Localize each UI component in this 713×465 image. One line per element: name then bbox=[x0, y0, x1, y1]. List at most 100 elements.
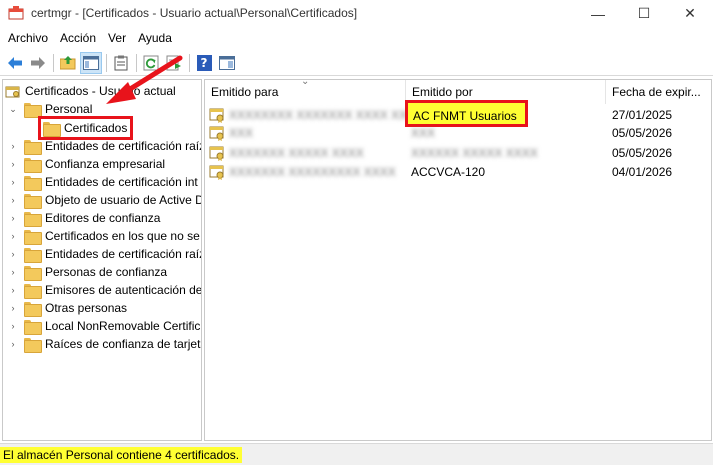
cell-expiration: 27/01/2025 bbox=[612, 108, 673, 122]
tree-item[interactable]: › Entidades de certificación raíz bbox=[8, 137, 202, 155]
close-icon: ✕ bbox=[684, 5, 696, 21]
tree-item-label: Personal bbox=[45, 102, 93, 116]
folder-icon bbox=[24, 283, 42, 299]
certmgr-app-icon bbox=[8, 6, 24, 20]
tree-item[interactable]: › Personas de confianza bbox=[8, 263, 167, 281]
certificate-icon bbox=[209, 126, 224, 141]
folder-icon bbox=[24, 139, 42, 155]
show-hide-tree-button[interactable] bbox=[80, 51, 102, 74]
column-header-expiration[interactable]: Fecha de expir... bbox=[606, 80, 711, 104]
forward-button[interactable] bbox=[27, 52, 49, 74]
folder-icon bbox=[24, 157, 42, 173]
minimize-icon: — bbox=[591, 5, 605, 22]
column-header-label: Emitido por bbox=[412, 85, 473, 99]
tree-item-label: Local NonRemovable Certific bbox=[45, 319, 201, 333]
menu-archivo[interactable]: Archivo bbox=[0, 28, 54, 48]
folder-icon bbox=[24, 301, 42, 317]
close-button[interactable]: ✕ bbox=[667, 0, 713, 27]
cell-issued-to: XXXXXXX XXXXX XXXX bbox=[229, 146, 364, 160]
up-button[interactable] bbox=[57, 52, 79, 74]
tree-item-label: Entidades de certificación int bbox=[45, 175, 198, 189]
tree-item[interactable]: › Otras personas bbox=[8, 299, 127, 317]
tree-item-label: Confianza empresarial bbox=[45, 157, 166, 171]
tree-item-label: Emisores de autenticación de bbox=[45, 283, 202, 297]
minimize-button[interactable]: — bbox=[575, 0, 621, 27]
tree-item[interactable]: › Confianza empresarial bbox=[8, 155, 165, 173]
tree-item[interactable]: › Emisores de autenticación de bbox=[8, 281, 202, 299]
column-header-label: Emitido para bbox=[211, 85, 279, 99]
tree-item[interactable]: › Objeto de usuario de Active D bbox=[8, 191, 202, 209]
annotation-arrow-icon bbox=[106, 55, 183, 104]
back-button[interactable] bbox=[4, 52, 26, 74]
tree-item-label: Entidades de certificación raíz bbox=[45, 139, 202, 153]
chevron-right-icon[interactable]: › bbox=[8, 245, 18, 263]
folder-open-icon bbox=[24, 102, 42, 118]
up-folder-icon bbox=[60, 56, 76, 70]
window-title: certmgr - [Certificados - Usuario actual… bbox=[31, 6, 358, 20]
table-row[interactable]: XXXXXXX XXXXXXXXX XXXX ACCVCA-120 04/01/… bbox=[205, 163, 711, 181]
maximize-icon: ☐ bbox=[637, 5, 651, 21]
chevron-right-icon[interactable]: › bbox=[8, 191, 18, 209]
folder-icon bbox=[24, 175, 42, 191]
folder-icon bbox=[24, 319, 42, 335]
maximize-button[interactable]: ☐ bbox=[621, 0, 667, 27]
chevron-right-icon[interactable]: › bbox=[8, 155, 18, 173]
chevron-right-icon[interactable]: › bbox=[8, 299, 18, 317]
menu-ayuda[interactable]: Ayuda bbox=[132, 28, 178, 48]
cell-expiration: 05/05/2026 bbox=[612, 126, 673, 140]
folder-icon bbox=[24, 337, 42, 353]
tree-item[interactable]: › Local NonRemovable Certific bbox=[8, 317, 200, 335]
console-view-icon bbox=[219, 55, 235, 70]
tree-item[interactable]: › Entidades de certificación int bbox=[8, 173, 198, 191]
menu-bar: Archivo Acción Ver Ayuda bbox=[0, 28, 713, 48]
show-hide-tree-icon bbox=[83, 55, 99, 70]
menu-ver[interactable]: Ver bbox=[102, 28, 132, 48]
folder-icon bbox=[24, 193, 42, 209]
chevron-right-icon[interactable]: › bbox=[8, 317, 18, 335]
tree-item-label: Raíces de confianza de tarjeta bbox=[45, 337, 202, 351]
cell-issued-to: XXXXXXX XXXXXXXXX XXXX bbox=[229, 165, 396, 179]
certificate-icon bbox=[209, 165, 224, 180]
chevron-right-icon[interactable]: › bbox=[8, 227, 18, 245]
tree-item-label: Otras personas bbox=[45, 301, 128, 315]
tree-item-label: Objeto de usuario de Active D bbox=[45, 193, 202, 207]
chevron-right-icon[interactable]: › bbox=[8, 281, 18, 299]
chevron-right-icon[interactable]: › bbox=[8, 263, 18, 281]
chevron-right-icon[interactable]: › bbox=[8, 335, 18, 353]
highlighted-issuer-text: AC FNMT Usuarios bbox=[413, 109, 517, 123]
certificate-icon bbox=[209, 108, 224, 123]
cell-issued-by: ACCVCA-120 bbox=[411, 165, 486, 179]
chevron-right-icon[interactable]: › bbox=[8, 209, 18, 227]
folder-icon bbox=[24, 247, 42, 263]
help-icon: ? bbox=[196, 54, 212, 71]
tree-item-label: Personas de confianza bbox=[45, 265, 168, 279]
column-header-label: Fecha de expir... bbox=[612, 85, 701, 99]
console-view-button[interactable] bbox=[216, 52, 238, 74]
chevron-down-icon[interactable]: ⌄ bbox=[8, 100, 18, 118]
folder-icon bbox=[24, 211, 42, 227]
tree-item-label: Certificados en los que no se bbox=[45, 229, 200, 243]
tree-item[interactable]: › Certificados en los que no se bbox=[8, 227, 200, 245]
toolbar-separator bbox=[53, 53, 54, 72]
cell-issued-by: XXXXXX XXXXX XXXX bbox=[411, 146, 538, 160]
tree-item[interactable]: › Editores de confianza bbox=[8, 209, 160, 227]
certificate-list[interactable]: Emitido para ⌄ Emitido por Fecha de expi… bbox=[204, 79, 712, 441]
chevron-right-icon[interactable]: › bbox=[8, 137, 18, 155]
chevron-right-icon[interactable]: › bbox=[8, 173, 18, 191]
tree-item-label: Editores de confianza bbox=[45, 211, 161, 225]
status-text: El almacén Personal contiene 4 certifica… bbox=[0, 447, 243, 463]
cell-expiration: 04/01/2026 bbox=[612, 165, 673, 179]
back-arrow-icon bbox=[8, 56, 22, 69]
tree-item[interactable]: › Raíces de confianza de tarjeta bbox=[8, 335, 202, 353]
certificate-icon bbox=[209, 146, 224, 161]
table-row[interactable]: XXXXXXX XXXXX XXXX XXXXXX XXXXX XXXX 05/… bbox=[205, 144, 711, 162]
help-button[interactable]: ? bbox=[193, 52, 215, 74]
cell-issued-to: XXXXXXXX XXXXXXX XXXX XXX bbox=[229, 108, 416, 122]
cell-issued-by: XXX bbox=[411, 126, 436, 140]
console-tree[interactable]: Certificados - Usuario actual ⌄ Personal… bbox=[2, 79, 202, 441]
table-row[interactable]: XXX XXX 05/05/2026 bbox=[205, 124, 711, 142]
folder-icon bbox=[24, 265, 42, 281]
tree-item[interactable]: › Entidades de certificación raíz bbox=[8, 245, 201, 263]
sort-indicator-icon: ⌄ bbox=[301, 79, 310, 87]
menu-accion[interactable]: Acción bbox=[54, 28, 102, 48]
